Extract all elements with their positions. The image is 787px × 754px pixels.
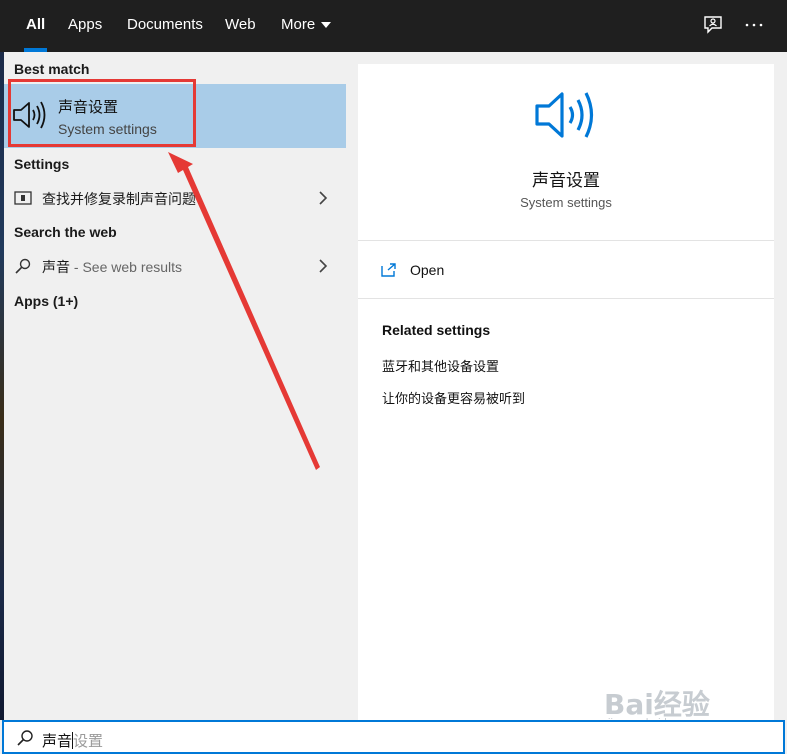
best-match-subtitle: System settings [58, 121, 157, 137]
speaker-icon [535, 92, 594, 138]
more-options-icon[interactable] [743, 14, 765, 36]
settings-troubleshoot-icon [14, 191, 32, 205]
preview-subtitle: System settings [520, 195, 612, 210]
search-typed-text: 声音 [42, 733, 73, 750]
tab-apps[interactable]: Apps [68, 0, 102, 52]
open-icon [381, 263, 396, 277]
chevron-right-icon[interactable] [318, 258, 328, 274]
search-autocomplete: 设置 [73, 733, 104, 750]
related-link-bluetooth[interactable]: 蓝牙和其他设备设置 [382, 356, 499, 375]
best-match-title: 声音设置 [58, 99, 119, 116]
tab-web[interactable]: Web [225, 0, 256, 52]
speaker-icon [13, 101, 46, 129]
divider [358, 240, 774, 241]
chevron-right-icon[interactable] [318, 190, 328, 206]
search-input[interactable]: 声音设置 [42, 730, 103, 751]
search-web-heading: Search the web [14, 224, 117, 240]
search-box[interactable]: 声音设置 [2, 720, 785, 754]
preview-title: 声音设置 [532, 171, 600, 190]
web-result-item[interactable]: 声音 - See web results [4, 249, 346, 283]
tab-all[interactable]: All [23, 0, 48, 52]
open-label: Open [410, 262, 445, 278]
web-result-query: 声音 [42, 259, 70, 275]
divider [358, 298, 774, 299]
tab-more[interactable]: More [281, 0, 332, 52]
open-action[interactable]: Open [380, 260, 580, 282]
related-settings-heading: Related settings [382, 322, 491, 338]
results-pane: Best match 声音设置 System settings Settings… [4, 52, 346, 720]
preview-pane: 声音设置 System settings Open Related settin… [358, 64, 774, 720]
search-tab-bar: All Apps Documents Web More [0, 0, 787, 52]
tab-documents[interactable]: Documents [127, 0, 203, 52]
search-icon [15, 258, 31, 274]
best-match-item[interactable]: 声音设置 System settings [4, 84, 346, 148]
best-match-heading: Best match [14, 61, 90, 77]
feedback-icon[interactable] [702, 14, 724, 36]
settings-result-item[interactable]: 查找并修复录制声音问题 [4, 181, 346, 215]
web-result-label: 声音 - See web results [42, 257, 182, 277]
search-icon [17, 730, 33, 746]
related-link-accessibility[interactable]: 让你的设备更容易被听到 [382, 388, 525, 407]
apps-heading[interactable]: Apps (1+) [14, 293, 78, 309]
chevron-down-icon [321, 22, 332, 29]
web-result-suffix: - See web results [70, 259, 183, 275]
settings-heading: Settings [14, 156, 70, 172]
tab-more-label: More [281, 16, 316, 33]
settings-result-label: 查找并修复录制声音问题 [42, 191, 196, 207]
